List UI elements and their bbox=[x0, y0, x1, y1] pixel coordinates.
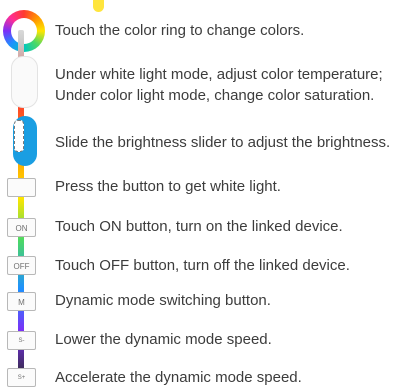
off-button-label: OFF bbox=[13, 262, 30, 271]
speed-down-button-label: S- bbox=[18, 338, 25, 344]
instruction-brightness: Slide the brightness slider to adjust th… bbox=[55, 134, 391, 151]
on-button[interactable]: ON bbox=[7, 218, 36, 237]
speed-up-button-label: S+ bbox=[17, 375, 26, 381]
speed-down-button[interactable]: S- bbox=[7, 331, 36, 350]
instruction-temperature-line1: Under white light mode, adjust color tem… bbox=[55, 66, 383, 83]
brightness-slider-knob[interactable] bbox=[14, 120, 24, 152]
white-light-button[interactable] bbox=[7, 178, 36, 197]
off-button[interactable]: OFF bbox=[7, 256, 36, 275]
instruction-on: Touch ON button, turn on the linked devi… bbox=[55, 218, 343, 235]
color-ring[interactable] bbox=[3, 10, 45, 52]
instruction-off: Touch OFF button, turn off the linked de… bbox=[55, 257, 350, 274]
instruction-color-ring: Touch the color ring to change colors. bbox=[55, 22, 305, 39]
instruction-white-light: Press the button to get white light. bbox=[55, 178, 281, 195]
color-temperature-slider[interactable] bbox=[11, 56, 38, 108]
on-button-label: ON bbox=[15, 224, 28, 233]
speed-up-button[interactable]: S+ bbox=[7, 368, 36, 387]
brightness-slider[interactable] bbox=[13, 116, 37, 166]
mode-button[interactable]: M bbox=[7, 292, 36, 311]
instruction-speed-down: Lower the dynamic mode speed. bbox=[55, 331, 272, 348]
yellow-indicator bbox=[93, 0, 104, 12]
instruction-saturation-line2: Under color light mode, change color sat… bbox=[55, 87, 375, 104]
mode-button-label: M bbox=[18, 298, 25, 307]
instruction-speed-up: Accelerate the dynamic mode speed. bbox=[55, 369, 302, 386]
instruction-mode: Dynamic mode switching button. bbox=[55, 292, 271, 309]
